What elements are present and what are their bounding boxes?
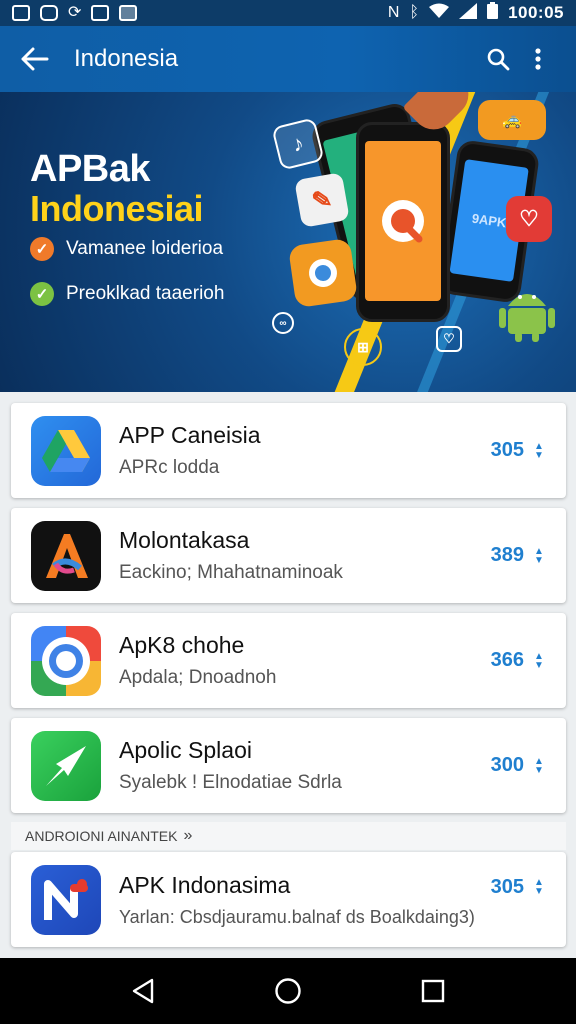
section-title: ANDROIONI AINANTEK	[25, 828, 178, 844]
gamepad-icon: ⊞	[344, 328, 382, 366]
clock: 100:05	[508, 3, 564, 22]
app-name: APK Indonasima	[119, 871, 291, 898]
back-button[interactable]	[18, 42, 52, 76]
phone-screen-label: 9APK	[470, 210, 508, 231]
nav-recents-icon	[422, 979, 445, 1003]
more-vert-icon	[535, 48, 541, 70]
check-badge-icon: ✓	[30, 282, 54, 306]
list-item[interactable]: Molontakasa Eackino; Mhahatnaminoak 389 …	[11, 508, 566, 603]
wifi-icon	[429, 3, 450, 24]
link-icon: ∞	[272, 312, 294, 334]
section-header: ANDROIONI AINANTEK »	[11, 822, 566, 850]
nav-home-icon	[275, 978, 301, 1004]
system-nav-bar	[0, 958, 576, 1024]
chevron-right-icon[interactable]: »	[183, 827, 192, 845]
check-badge-icon: ✓	[30, 237, 54, 261]
nav-back-button[interactable]	[121, 969, 165, 1013]
car-icon: 🚕	[478, 100, 546, 140]
sort-icon[interactable]: ▲ ▼	[532, 650, 546, 672]
apk-indonesia-app-icon	[31, 864, 101, 935]
sort-icon[interactable]: ▲ ▼	[532, 876, 546, 898]
search-button[interactable]	[478, 39, 518, 79]
arrow-back-icon	[21, 47, 49, 71]
nav-recents-button[interactable]	[411, 969, 455, 1013]
artstudio-app-icon	[31, 520, 101, 591]
list-item[interactable]: Apolic Splaoi Syalebk ! Elnodatiae Sdrla…	[11, 718, 566, 813]
download-count: 389	[490, 544, 524, 566]
app-name: APP Caneisia	[119, 422, 261, 448]
photo-notification-icon	[119, 5, 138, 21]
phone-illustration	[356, 122, 450, 322]
app-subtitle: Apdala; Dnoadnoh	[119, 667, 277, 688]
rocket-app-icon	[31, 730, 101, 801]
nfc-icon: N	[387, 4, 400, 21]
app-name: Apolic Splaoi	[119, 737, 252, 763]
overflow-menu-button[interactable]	[518, 39, 558, 79]
hero-subtitle: Indonesiai	[30, 188, 204, 229]
sort-icon[interactable]: ▲ ▼	[532, 545, 546, 567]
sort-icon[interactable]: ▲ ▼	[532, 755, 546, 777]
search-icon	[487, 48, 510, 71]
android-robot-icon	[498, 280, 556, 342]
list-item-featured[interactable]: APK Indonasima Yarlan: Cbsdjauramu.balna…	[11, 852, 566, 947]
sort-icon[interactable]: ▲ ▼	[532, 440, 546, 462]
vector-app-icon: ✎	[294, 172, 350, 228]
app-logo-icon	[382, 200, 424, 243]
hero-banner: APBak Indonesiai ✓ Vamanee loiderioa ✓ P…	[0, 92, 576, 392]
camera-app-icon	[31, 625, 101, 696]
app-name: Molontakasa	[119, 527, 250, 553]
hero-feature: ✓ Vamanee loiderioa	[30, 237, 223, 261]
app-notification-icon	[40, 5, 58, 21]
app-subtitle: APRc lodda	[119, 457, 220, 478]
battery-icon	[487, 2, 499, 24]
list-item[interactable]: APP Caneisia APRc lodda 305 ▲ ▼	[11, 403, 566, 498]
download-count: 305	[490, 439, 524, 461]
app-subtitle: Yarlan: Cbsdjauramu.balnaf ds Boalkdaing…	[119, 906, 475, 927]
heart-app-icon: ♡	[506, 196, 552, 242]
gallery-notification-icon	[12, 5, 30, 21]
list-item[interactable]: ApK8 chohe Apdala; Dnoadnoh 366 ▲ ▼	[11, 613, 566, 708]
page-title: Indonesia	[74, 45, 179, 72]
app-name: ApK8 chohe	[119, 632, 245, 658]
hero-feature-text: Vamanee loiderioa	[66, 238, 224, 259]
hero-feature-text: Preoklkad taaerioh	[66, 283, 225, 304]
app-subtitle: Eackino; Mhahatnaminoak	[119, 562, 343, 583]
hero-feature: ✓ Preoklkad taaerioh	[30, 282, 224, 306]
drive-app-icon	[31, 415, 101, 486]
sync-notification-icon: ⟳	[68, 4, 82, 21]
download-count: 300	[490, 754, 524, 776]
maps-app-icon	[287, 237, 359, 309]
bluetooth-icon: ᛒ	[409, 4, 420, 21]
bag-notification-icon	[91, 5, 110, 21]
app-subtitle: Syalebk ! Elnodatiae Sdrla	[119, 772, 342, 793]
nav-home-button[interactable]	[266, 969, 310, 1013]
signal-icon	[459, 2, 478, 24]
app-bar: Indonesia	[0, 26, 576, 92]
hero-title: APBak	[30, 148, 151, 190]
heart-outline-icon: ♡	[436, 326, 462, 352]
download-count: 305	[490, 876, 524, 898]
status-bar: ⟳ N ᛒ 100:05	[0, 0, 576, 26]
download-count: 366	[490, 649, 524, 671]
nav-back-icon	[132, 978, 153, 1004]
